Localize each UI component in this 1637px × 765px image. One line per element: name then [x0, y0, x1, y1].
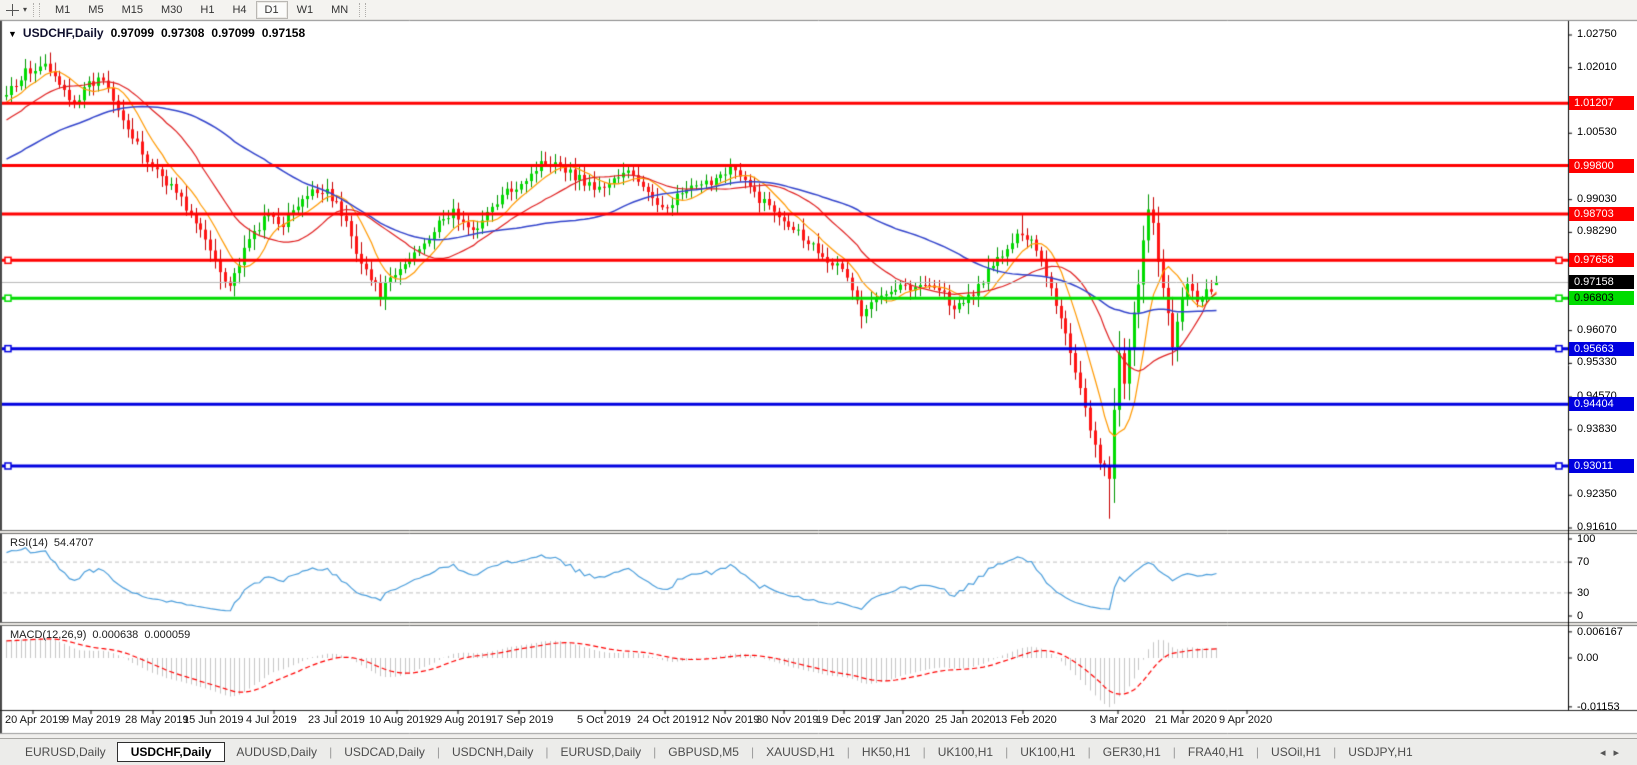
- rsi-axis-tick: 0: [1577, 610, 1583, 622]
- chart-tab-audusd-daily[interactable]: AUDUSD,Daily: [225, 742, 328, 762]
- cursor-dropdown-icon[interactable]: ▾: [23, 5, 27, 14]
- timeframe-button-h1[interactable]: H1: [191, 1, 223, 19]
- price-axis-tick: 0.95330: [1577, 356, 1617, 368]
- price-axis-tick: 1.02010: [1577, 61, 1617, 73]
- date-axis-label: 20 Apr 2019: [5, 714, 64, 726]
- macd-axis-tick: 0.00: [1577, 652, 1598, 664]
- date-axis-label: 9 May 2019: [63, 714, 120, 726]
- chart-tab-eurusd-daily[interactable]: EURUSD,Daily: [14, 742, 117, 762]
- macd-axis-tick: 0.006167: [1577, 626, 1623, 638]
- price-level-tag: 1.01207: [1569, 96, 1634, 110]
- price-axis-tick: 0.93830: [1577, 423, 1617, 435]
- timeframe-button-w1[interactable]: W1: [288, 1, 323, 19]
- chart-tab-uk100-h1[interactable]: UK100,H1: [1009, 742, 1086, 762]
- chart-toolbar: ▾ M1M5M15M30H1H4D1W1MN: [0, 0, 1637, 20]
- price-axis-tick: 0.99030: [1577, 193, 1617, 205]
- price-level-tag: 0.97658: [1569, 253, 1634, 267]
- date-axis-label: 3 Mar 2020: [1090, 714, 1146, 726]
- date-axis-label: 17 Sep 2019: [491, 714, 553, 726]
- rsi-axis-tick: 70: [1577, 556, 1589, 568]
- timeframe-button-m1[interactable]: M1: [46, 1, 79, 19]
- chart-tab-hk50-h1[interactable]: HK50,H1: [851, 742, 922, 762]
- timeframe-button-m5[interactable]: M5: [79, 1, 112, 19]
- price-axis-tick: 0.92350: [1577, 488, 1617, 500]
- toolbar-separator: [359, 3, 366, 17]
- timeframe-button-group: M1M5M15M30H1H4D1W1MN: [46, 1, 357, 19]
- date-axis-label: 4 Jul 2019: [246, 714, 297, 726]
- rsi-value: 54.4707: [54, 537, 94, 549]
- timeframe-button-m30[interactable]: M30: [152, 1, 191, 19]
- rsi-name: RSI(14): [10, 537, 48, 549]
- chart-tab-eurusd-daily[interactable]: EURUSD,Daily: [549, 742, 652, 762]
- ohlc-open: 0.97099: [111, 26, 154, 40]
- chart-tab-ger30-h1[interactable]: GER30,H1: [1092, 742, 1172, 762]
- price-level-tag: 0.98703: [1569, 207, 1634, 221]
- date-axis-label: 29 Aug 2019: [430, 714, 492, 726]
- date-axis-label: 25 Jan 2020: [935, 714, 996, 726]
- macd-indicator-label: MACD(12,26,9) 0.000638 0.000059: [10, 629, 196, 641]
- price-level-tag: 0.94404: [1569, 397, 1634, 411]
- rsi-axis-tick: 30: [1577, 587, 1589, 599]
- chart-tab-usdchf-daily[interactable]: USDCHF,Daily: [117, 742, 226, 762]
- chart-tab-usdjpy-h1[interactable]: USDJPY,H1: [1337, 742, 1423, 762]
- rsi-indicator-label: RSI(14) 54.4707: [10, 537, 100, 549]
- chart-symbol-label: USDCHF,Daily: [23, 26, 104, 40]
- rsi-axis-tick: 100: [1577, 533, 1595, 545]
- date-axis-label: 30 Nov 2019: [756, 714, 818, 726]
- price-level-tag: 0.96803: [1569, 291, 1634, 305]
- chart-tab-usdcad-daily[interactable]: USDCAD,Daily: [333, 742, 436, 762]
- chart-tab-usoil-h1[interactable]: USOil,H1: [1260, 742, 1332, 762]
- date-axis-label: 7 Jan 2020: [875, 714, 929, 726]
- mt4-terminal: { "app": { "toolbar": { "cursor_tool_dro…: [0, 0, 1637, 765]
- ohlc-low: 0.97099: [211, 26, 254, 40]
- price-axis-tick: 1.00530: [1577, 126, 1617, 138]
- date-axis-label: 13 Feb 2020: [995, 714, 1057, 726]
- date-axis-label: 28 May 2019: [125, 714, 189, 726]
- date-axis-label: 21 Mar 2020: [1155, 714, 1217, 726]
- chart-tab-xauusd-h1[interactable]: XAUUSD,H1: [755, 742, 846, 762]
- price-level-tag: 0.99800: [1569, 159, 1634, 173]
- macd-axis-tick: -0.01153: [1577, 701, 1620, 713]
- timeframe-button-mn[interactable]: MN: [322, 1, 357, 19]
- chart-title: ▼ USDCHF,Daily 0.97099 0.97308 0.97099 0.9715…: [8, 26, 305, 40]
- date-axis-label: 9 Apr 2020: [1219, 714, 1272, 726]
- chart-tab-uk100-h1[interactable]: UK100,H1: [927, 742, 1004, 762]
- price-axis-tick: 1.02750: [1577, 28, 1617, 40]
- price-level-tag: 0.97158: [1569, 275, 1634, 289]
- toolbar-separator: [33, 3, 40, 17]
- price-axis-tick: 0.98290: [1577, 225, 1617, 237]
- date-axis-label: 19 Dec 2019: [816, 714, 878, 726]
- price-level-tag: 0.95663: [1569, 342, 1634, 356]
- chart-tab-usdcnh-daily[interactable]: USDCNH,Daily: [441, 742, 544, 762]
- date-axis-label: 10 Aug 2019: [369, 714, 431, 726]
- symbol-dropdown-icon[interactable]: ▼: [8, 29, 17, 39]
- ohlc-high: 0.97308: [161, 26, 204, 40]
- tab-scroll-right-button[interactable]: ▸: [1613, 747, 1627, 759]
- chart-tab-fra40-h1[interactable]: FRA40,H1: [1177, 742, 1255, 762]
- price-level-tag: 0.93011: [1569, 459, 1634, 473]
- timeframe-button-d1[interactable]: D1: [256, 1, 288, 19]
- price-chart-canvas[interactable]: [0, 0, 1637, 765]
- price-axis-tick: 0.91610: [1577, 521, 1617, 533]
- tab-scroll-arrows: ◂▸: [1600, 746, 1627, 759]
- tab-scroll-left-button[interactable]: ◂: [1600, 747, 1614, 759]
- date-axis-label: 24 Oct 2019: [637, 714, 697, 726]
- macd-name: MACD(12,26,9): [10, 629, 86, 641]
- date-axis-label: 12 Nov 2019: [697, 714, 759, 726]
- chart-tab-bar: EURUSD,DailyUSDCHF,DailyAUDUSD,Daily|USD…: [0, 738, 1637, 765]
- macd-signal-value: 0.000059: [144, 629, 190, 641]
- crosshair-cursor-icon[interactable]: [5, 3, 21, 17]
- date-axis-label: 15 Jun 2019: [183, 714, 244, 726]
- chart-tab-gbpusd-m5[interactable]: GBPUSD,M5: [657, 742, 750, 762]
- timeframe-button-h4[interactable]: H4: [223, 1, 255, 19]
- macd-value: 0.000638: [92, 629, 138, 641]
- date-axis-label: 5 Oct 2019: [577, 714, 631, 726]
- timeframe-button-m15[interactable]: M15: [113, 1, 152, 19]
- date-axis-label: 23 Jul 2019: [308, 714, 365, 726]
- ohlc-close: 0.97158: [262, 26, 305, 40]
- price-axis-tick: 0.96070: [1577, 324, 1617, 336]
